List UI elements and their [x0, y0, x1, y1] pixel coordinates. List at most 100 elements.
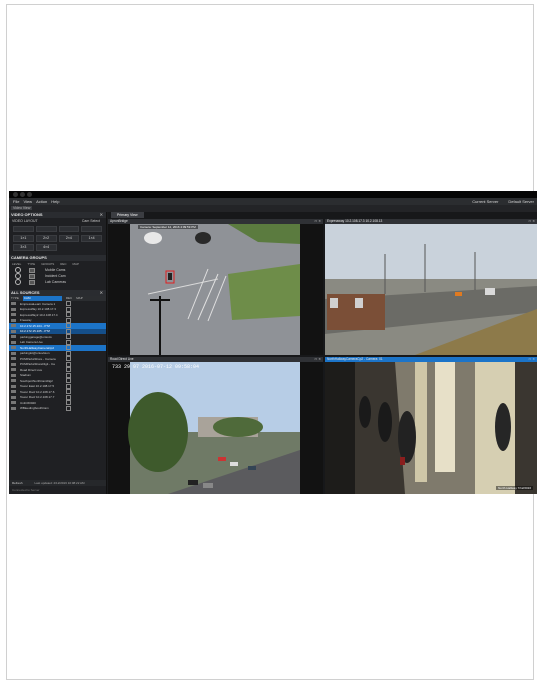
rec-checkbox[interactable] [66, 383, 71, 389]
current-server[interactable]: Current Server [472, 199, 498, 204]
window-circle-icon[interactable] [27, 192, 32, 197]
camera-icon [11, 357, 16, 361]
camera-groups-header[interactable]: CAMERA GROUPS [9, 255, 106, 261]
source-row[interactable]: WBleedingSouthCam [9, 405, 106, 412]
rec-checkbox[interactable] [66, 394, 71, 400]
camera-icon [11, 395, 16, 399]
camera-icon [11, 318, 16, 322]
pane-timestamp: 733 29 97 2016-07-12 09:58:04 [112, 364, 200, 370]
rec-checkbox[interactable] [66, 323, 71, 329]
source-list: EmpressaLearn Camera 1 ExpressWay 10.2.10… [9, 301, 106, 411]
source-name: Road Direct Live [20, 367, 43, 372]
camera-icon [11, 324, 16, 328]
layout-slot[interactable] [35, 226, 57, 232]
rec-checkbox[interactable] [66, 378, 71, 384]
layout-button[interactable]: 2×4 [58, 235, 80, 242]
video-pane-4[interactable]: NorthHallwayCameraCp2 - Camera: 01▭ ✕ N [325, 357, 537, 494]
source-name: 10.2.172.15.105 - PTZ [20, 329, 51, 334]
rec-checkbox[interactable] [66, 350, 71, 356]
group-type-icon [29, 267, 35, 273]
source-name: parkinggarage@ontovis [20, 334, 52, 339]
rec-checkbox[interactable] [66, 367, 71, 373]
camera-icon [11, 351, 16, 355]
layout-buttons: 1×1 2×2 2×4 1×4 3×3 4×4 [9, 234, 106, 252]
source-name: Tower East 10.2.108.17.5 [20, 384, 55, 389]
layout-button[interactable]: 1×1 [13, 235, 34, 242]
layout-button[interactable]: 2×2 [35, 235, 57, 242]
source-name: ExpressWay2 10.2.108.17.4 [20, 312, 58, 317]
default-server[interactable]: Default Server [508, 199, 534, 204]
all-sources-header[interactable]: ALL SOURCES ✕ [9, 290, 106, 296]
video-area: Primary View ApronBridge ▭ ✕ Camera: Sep… [108, 212, 537, 494]
app-window: File View Action Help Current Server Def… [9, 191, 537, 494]
rec-checkbox[interactable] [66, 372, 71, 378]
source-name: UnitC60020 [20, 400, 36, 405]
source-name: ExpressWay 10.2.108.17.3 [20, 307, 56, 312]
layout-preview-grid [9, 224, 106, 234]
rec-checkbox[interactable] [66, 405, 71, 411]
rec-checkbox[interactable] [66, 334, 71, 340]
video-pane-3[interactable]: Road Direct Live ▭ ✕ 733 29 97 2016-07-1… [108, 357, 323, 494]
rec-checkbox[interactable] [66, 317, 71, 323]
window-circle-icon[interactable] [20, 192, 25, 197]
parking-lot-scene [108, 224, 323, 355]
camera-icon [11, 373, 16, 377]
pane-timestamp: North Hallway 7/12/2016 [496, 486, 533, 490]
source-name: Freeway [20, 318, 32, 323]
layout-slot[interactable] [81, 226, 102, 232]
rec-checkbox[interactable] [66, 301, 71, 307]
source-name: Lab Camera Live [20, 340, 43, 345]
camera-icon [11, 379, 16, 383]
camera-icon [11, 346, 16, 350]
rec-checkbox[interactable] [66, 361, 71, 367]
camera-feed [325, 224, 537, 355]
rec-checkbox[interactable] [66, 356, 71, 362]
menu-help[interactable]: Help [51, 199, 59, 204]
source-name: NorthHallwayCameraCp2 [20, 345, 55, 350]
video-view-tag[interactable]: Video View [11, 206, 33, 210]
menu-file[interactable]: File [13, 199, 19, 204]
camera-icon [11, 307, 16, 311]
layout-button[interactable]: 4×4 [35, 244, 57, 251]
last-updated: Last updated: 2/12/2016 10:08:22 AM [34, 481, 85, 485]
hallway-scene [325, 362, 537, 494]
rec-checkbox[interactable] [66, 389, 71, 395]
video-pane-1[interactable]: ApronBridge ▭ ✕ Camera: September 12, 20… [108, 219, 323, 355]
group-row[interactable]: Lab Cameras [9, 279, 106, 285]
source-name: EmpressaLearn Camera 1 [20, 301, 56, 306]
title-bar [9, 191, 537, 198]
camera-icon [11, 362, 16, 366]
layout-button[interactable]: 1×4 [81, 235, 102, 242]
view-tabs: Primary View [108, 212, 537, 218]
source-name: SouthportNorthCamDig2 [20, 378, 53, 383]
source-name: Tower Roof 10.2.108.17.6 [20, 389, 55, 394]
radio-icon[interactable] [15, 279, 21, 285]
menu-bar: File View Action Help Current Server Def… [9, 198, 537, 205]
cam-select-dropdown[interactable]: Cam Select [82, 218, 100, 224]
toolbar: Video View [9, 205, 537, 212]
camera-icon [11, 302, 16, 306]
video-layout-row: VIDEO LAYOUT Cam Select [12, 218, 100, 224]
pane-timestamp: Camera: September 12, 2016 4:09:59 PM [138, 225, 198, 229]
layout-button[interactable]: 3×3 [13, 244, 34, 251]
rec-checkbox[interactable] [66, 312, 71, 318]
tab-primary-view[interactable]: Primary View [111, 212, 144, 218]
refresh-button[interactable]: Refresh [12, 481, 23, 485]
rec-checkbox[interactable] [66, 400, 71, 406]
rec-checkbox[interactable] [66, 345, 71, 351]
rec-checkbox[interactable] [66, 306, 71, 312]
close-icon[interactable]: ✕ [100, 290, 103, 296]
layout-slot[interactable] [13, 226, 34, 232]
camera-icon [11, 340, 16, 344]
video-pane-2[interactable]: Expressway 10.2.108.17.3 10.2.108.13 ▭ ✕ [325, 219, 537, 355]
rec-checkbox[interactable] [66, 339, 71, 345]
window-circle-icon[interactable] [13, 192, 18, 197]
menu-view[interactable]: View [23, 199, 32, 204]
source-name: Stadium [20, 373, 32, 378]
camera-icon [11, 368, 16, 372]
rec-checkbox[interactable] [66, 328, 71, 334]
camera-icon [11, 401, 16, 405]
menu-action[interactable]: Action [36, 199, 47, 204]
group-type-icon [29, 279, 35, 285]
layout-slot[interactable] [58, 226, 80, 232]
